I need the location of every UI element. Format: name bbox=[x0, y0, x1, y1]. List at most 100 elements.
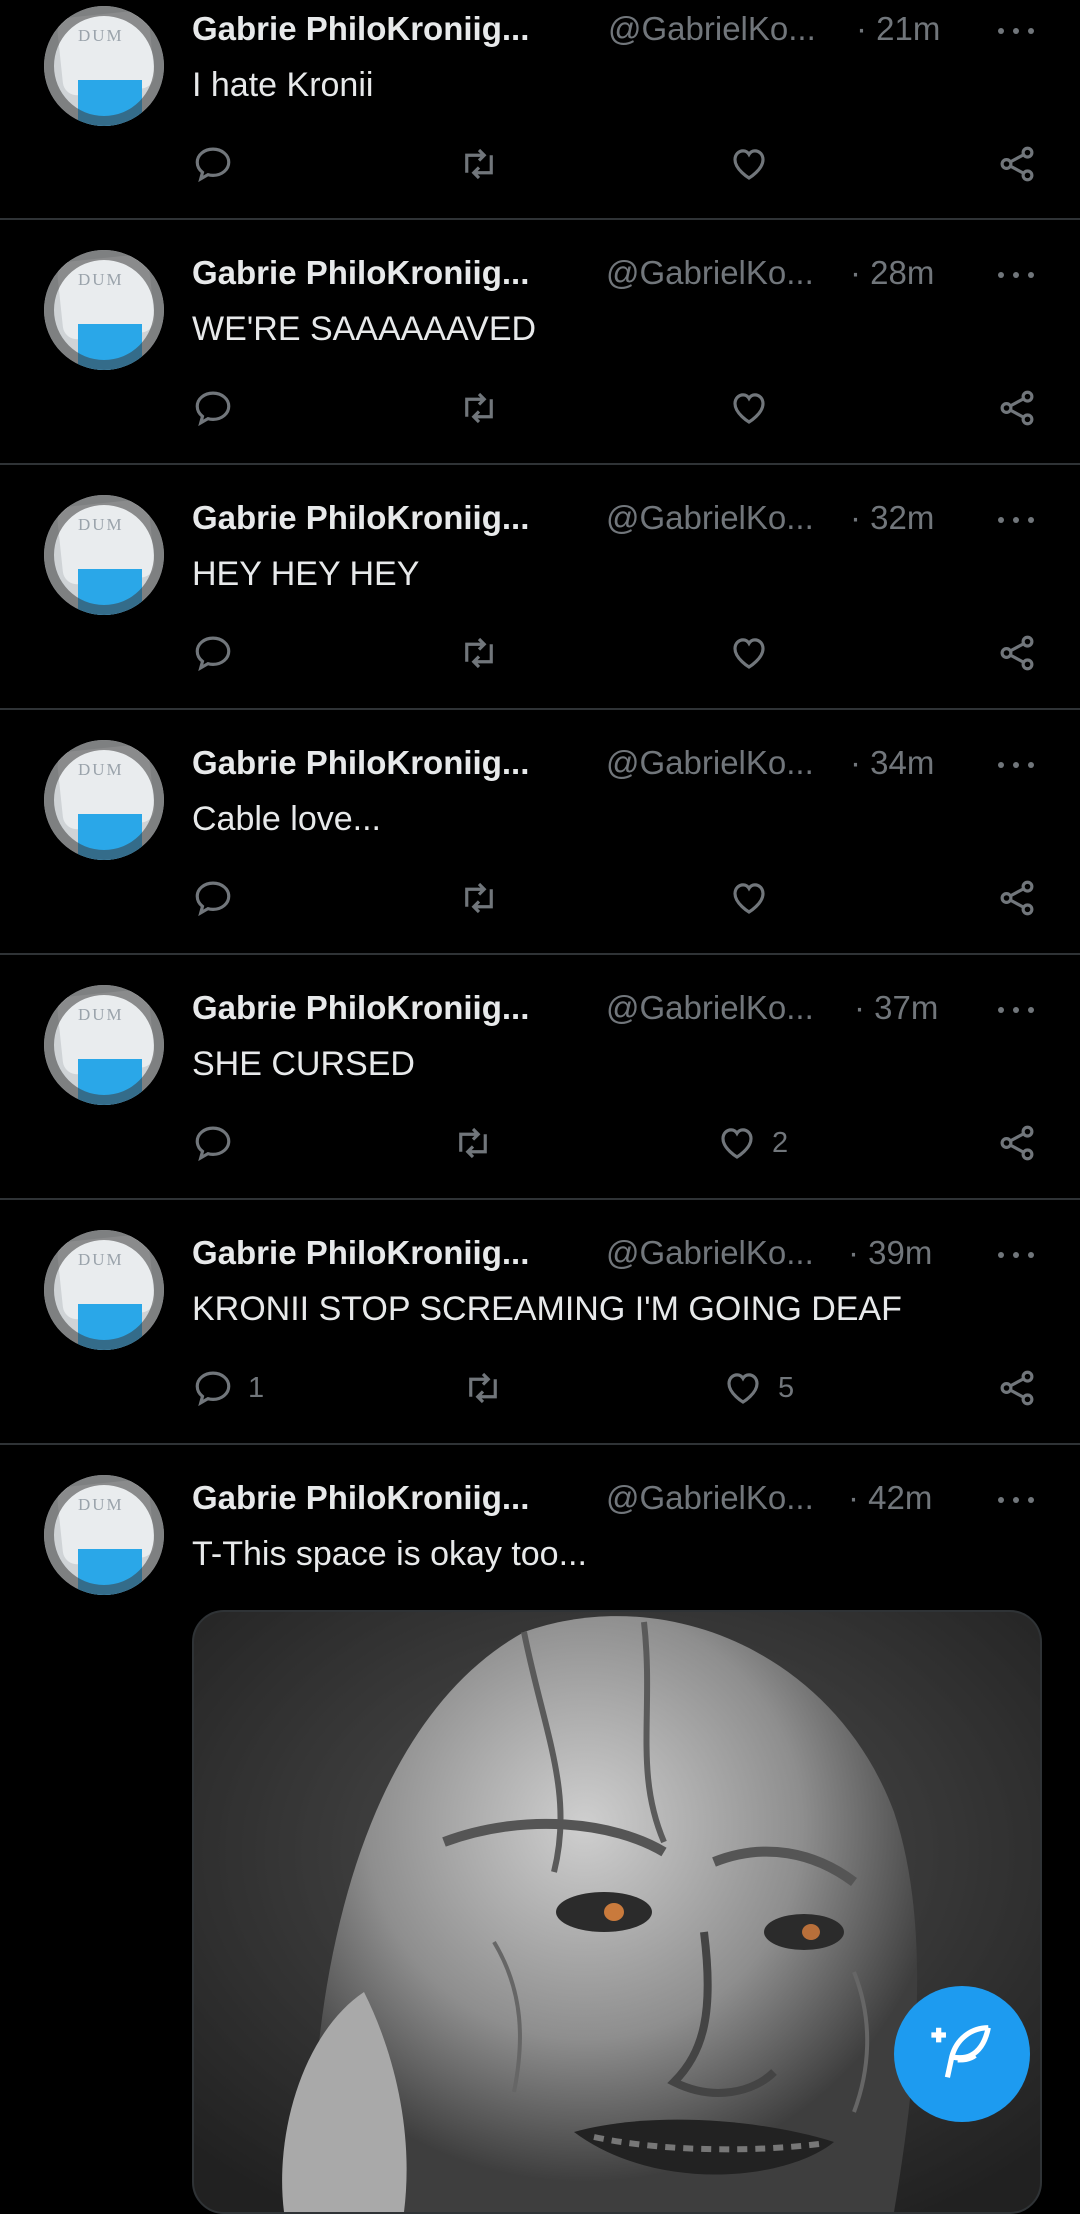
avatar[interactable]: DUM bbox=[44, 740, 164, 860]
tweet-time[interactable]: · 21m bbox=[856, 10, 940, 48]
avatar[interactable]: DUM bbox=[44, 250, 164, 370]
retweet-button[interactable] bbox=[462, 1366, 504, 1410]
more-icon[interactable] bbox=[996, 1244, 1036, 1264]
tweet-time[interactable]: · 39m bbox=[848, 1234, 932, 1272]
retweet-icon bbox=[465, 882, 493, 914]
retweet-button[interactable] bbox=[452, 1121, 494, 1165]
more-icon[interactable] bbox=[996, 999, 1036, 1019]
like-button[interactable] bbox=[728, 386, 784, 430]
author-name[interactable]: Gabrie PhiloKroniig... bbox=[192, 744, 529, 782]
retweet-button[interactable] bbox=[458, 876, 500, 920]
reply-icon bbox=[195, 1126, 231, 1162]
heart-icon bbox=[733, 638, 765, 669]
avatar[interactable]: DUM bbox=[44, 1475, 164, 1595]
avatar[interactable]: DUM bbox=[44, 6, 164, 126]
tweet-text: I hate Kronii bbox=[192, 66, 374, 104]
compose-feather-icon bbox=[931, 2025, 991, 2078]
tweet[interactable]: DUM Gabrie PhiloKroniig... @GabrielKo...… bbox=[0, 0, 1080, 218]
share-button[interactable] bbox=[996, 876, 1038, 920]
reply-icon bbox=[195, 391, 231, 427]
reply-button[interactable] bbox=[192, 1121, 248, 1165]
like-button[interactable] bbox=[728, 631, 784, 675]
avatar[interactable]: DUM bbox=[44, 495, 164, 615]
share-button[interactable] bbox=[996, 1121, 1038, 1165]
share-button[interactable] bbox=[996, 631, 1038, 675]
reply-icon bbox=[195, 1371, 231, 1407]
retweet-button[interactable] bbox=[458, 631, 500, 675]
author-name[interactable]: Gabrie PhiloKroniig... bbox=[192, 1234, 529, 1272]
face-photo bbox=[194, 1612, 1040, 2212]
like-count: 2 bbox=[772, 1126, 789, 1159]
tweet-text: Cable love... bbox=[192, 800, 381, 838]
reply-icon bbox=[195, 147, 231, 183]
tweet[interactable]: DUM Gabrie PhiloKroniig... @GabrielKo...… bbox=[0, 1200, 1080, 1443]
reply-icon bbox=[195, 881, 231, 917]
like-count: 5 bbox=[778, 1371, 795, 1404]
like-button[interactable]: 2 bbox=[716, 1121, 788, 1165]
tweet[interactable]: DUM Gabrie PhiloKroniig... @GabrielKo...… bbox=[0, 220, 1080, 463]
like-button[interactable] bbox=[728, 876, 784, 920]
heart-icon bbox=[733, 149, 765, 180]
retweet-icon bbox=[465, 637, 493, 669]
tweet-text: T-This space is okay too... bbox=[192, 1535, 587, 1573]
more-icon[interactable] bbox=[996, 264, 1036, 284]
reply-button[interactable] bbox=[192, 876, 248, 920]
tweet-text: SHE CURSED bbox=[192, 1045, 415, 1083]
share-button[interactable] bbox=[996, 1366, 1038, 1410]
share-button[interactable] bbox=[996, 386, 1038, 430]
reply-count: 1 bbox=[248, 1371, 265, 1404]
author-handle[interactable]: @GabrielKo... bbox=[606, 989, 814, 1027]
retweet-button[interactable] bbox=[458, 142, 500, 186]
tweet-time[interactable]: · 28m bbox=[850, 254, 934, 292]
like-button[interactable] bbox=[728, 142, 784, 186]
retweet-icon bbox=[465, 392, 493, 424]
tweet-text: KRONII STOP SCREAMING I'M GOING DEAF bbox=[192, 1290, 902, 1328]
retweet-icon bbox=[469, 1372, 497, 1404]
like-button[interactable]: 5 bbox=[722, 1366, 794, 1410]
reply-icon bbox=[195, 636, 231, 672]
tweet-text: HEY HEY HEY bbox=[192, 555, 420, 593]
tweet-media-image[interactable] bbox=[192, 1610, 1042, 2214]
tweet-time[interactable]: · 34m bbox=[850, 744, 934, 782]
heart-icon bbox=[733, 393, 765, 424]
author-handle[interactable]: @GabrielKo... bbox=[606, 254, 814, 292]
reply-button[interactable] bbox=[192, 386, 248, 430]
tweet[interactable]: DUM Gabrie PhiloKroniig... @GabrielKo...… bbox=[0, 955, 1080, 1198]
author-name[interactable]: Gabrie PhiloKroniig... bbox=[192, 499, 529, 537]
retweet-button[interactable] bbox=[458, 386, 500, 430]
author-handle[interactable]: @GabrielKo... bbox=[606, 1479, 814, 1517]
more-icon[interactable] bbox=[996, 20, 1036, 40]
share-icon bbox=[1000, 390, 1034, 426]
more-icon[interactable] bbox=[996, 754, 1036, 774]
author-name[interactable]: Gabrie PhiloKroniig... bbox=[192, 254, 529, 292]
tweet-time[interactable]: · 42m bbox=[848, 1479, 932, 1517]
author-handle[interactable]: @GabrielKo... bbox=[606, 499, 814, 537]
author-handle[interactable]: @GabrielKo... bbox=[608, 10, 816, 48]
retweet-icon bbox=[459, 1127, 487, 1159]
share-icon bbox=[1000, 635, 1034, 671]
author-name[interactable]: Gabrie PhiloKroniig... bbox=[192, 10, 529, 48]
compose-button[interactable] bbox=[894, 1986, 1030, 2122]
author-name[interactable]: Gabrie PhiloKroniig... bbox=[192, 989, 529, 1027]
reply-button[interactable] bbox=[192, 142, 248, 186]
more-icon[interactable] bbox=[996, 1489, 1036, 1509]
tweet[interactable]: DUM Gabrie PhiloKroniig... @GabrielKo...… bbox=[0, 710, 1080, 953]
author-handle[interactable]: @GabrielKo... bbox=[606, 744, 814, 782]
avatar[interactable]: DUM bbox=[44, 985, 164, 1105]
share-icon bbox=[1000, 880, 1034, 916]
author-handle[interactable]: @GabrielKo... bbox=[606, 1234, 814, 1272]
tweet-text: WE'RE SAAAAAAVED bbox=[192, 310, 537, 348]
heart-icon bbox=[733, 883, 765, 914]
share-icon bbox=[1000, 1370, 1034, 1406]
author-name[interactable]: Gabrie PhiloKroniig... bbox=[192, 1479, 529, 1517]
more-icon[interactable] bbox=[996, 509, 1036, 529]
heart-icon bbox=[721, 1128, 753, 1159]
reply-button[interactable] bbox=[192, 631, 248, 675]
share-button[interactable] bbox=[996, 142, 1038, 186]
tweet-time[interactable]: · 37m bbox=[854, 989, 938, 1027]
tweet[interactable]: DUM Gabrie PhiloKroniig... @GabrielKo...… bbox=[0, 465, 1080, 708]
tweet-time[interactable]: · 32m bbox=[850, 499, 934, 537]
share-icon bbox=[1000, 146, 1034, 182]
avatar[interactable]: DUM bbox=[44, 1230, 164, 1350]
reply-button[interactable]: 1 bbox=[192, 1366, 264, 1410]
